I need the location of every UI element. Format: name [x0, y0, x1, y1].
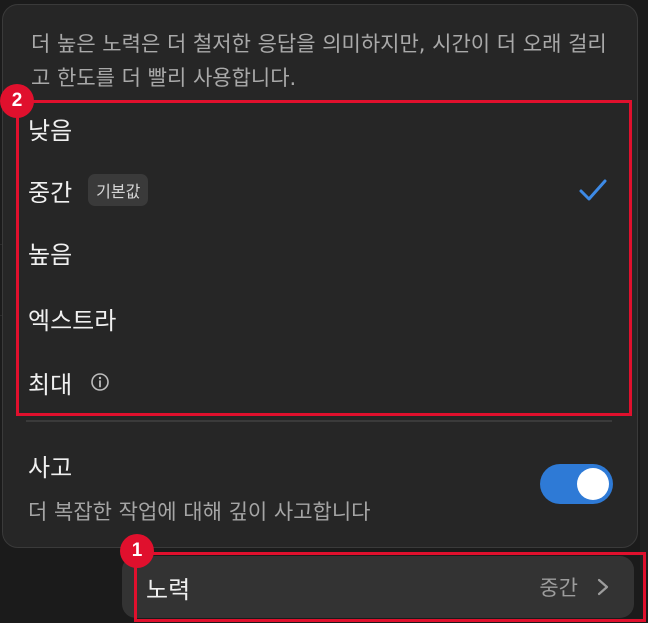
toggle-knob [577, 468, 609, 500]
thinking-description: 더 복잡한 작업에 대해 깊이 사고합니다 [28, 500, 371, 524]
option-low-label: 낮음 [28, 116, 73, 145]
default-badge: 기본값 [88, 174, 149, 206]
thinking-toggle[interactable] [540, 464, 613, 504]
option-max-label: 최대 [28, 370, 73, 399]
effort-row-label: 노력 [146, 575, 191, 604]
annotation-marker-2: 2 [0, 84, 34, 118]
option-medium[interactable]: 중간 기본값 [14, 160, 626, 220]
option-high[interactable]: 높음 [14, 222, 626, 282]
option-extra-label: 엑스트라 [28, 306, 117, 335]
option-medium-label: 중간 [28, 178, 73, 207]
effort-options-list: 낮음 중간 기본값 높음 엑스트라 최대 [14, 96, 626, 410]
thinking-title: 사고 [28, 454, 73, 482]
option-high-label: 높음 [28, 240, 73, 269]
effort-row-value: 중간 [539, 576, 578, 600]
option-max[interactable]: 최대 [14, 352, 626, 412]
info-icon[interactable] [90, 372, 110, 392]
background-edge [640, 150, 648, 570]
chevron-right-icon [597, 578, 609, 596]
effort-row-button[interactable]: 노력 중간 [122, 556, 634, 618]
section-divider [26, 420, 612, 422]
option-extra[interactable]: 엑스트라 [14, 288, 626, 348]
annotation-marker-1: 1 [120, 534, 154, 568]
app-window: 더 높은 노력은 더 철저한 응답을 의미하지만, 시간이 더 오래 걸리고 한… [0, 0, 648, 623]
effort-description: 더 높은 노력은 더 철저한 응답을 의미하지만, 시간이 더 오래 걸리고 한… [31, 32, 607, 90]
check-icon [579, 179, 607, 201]
option-low[interactable]: 낮음 [14, 98, 626, 158]
